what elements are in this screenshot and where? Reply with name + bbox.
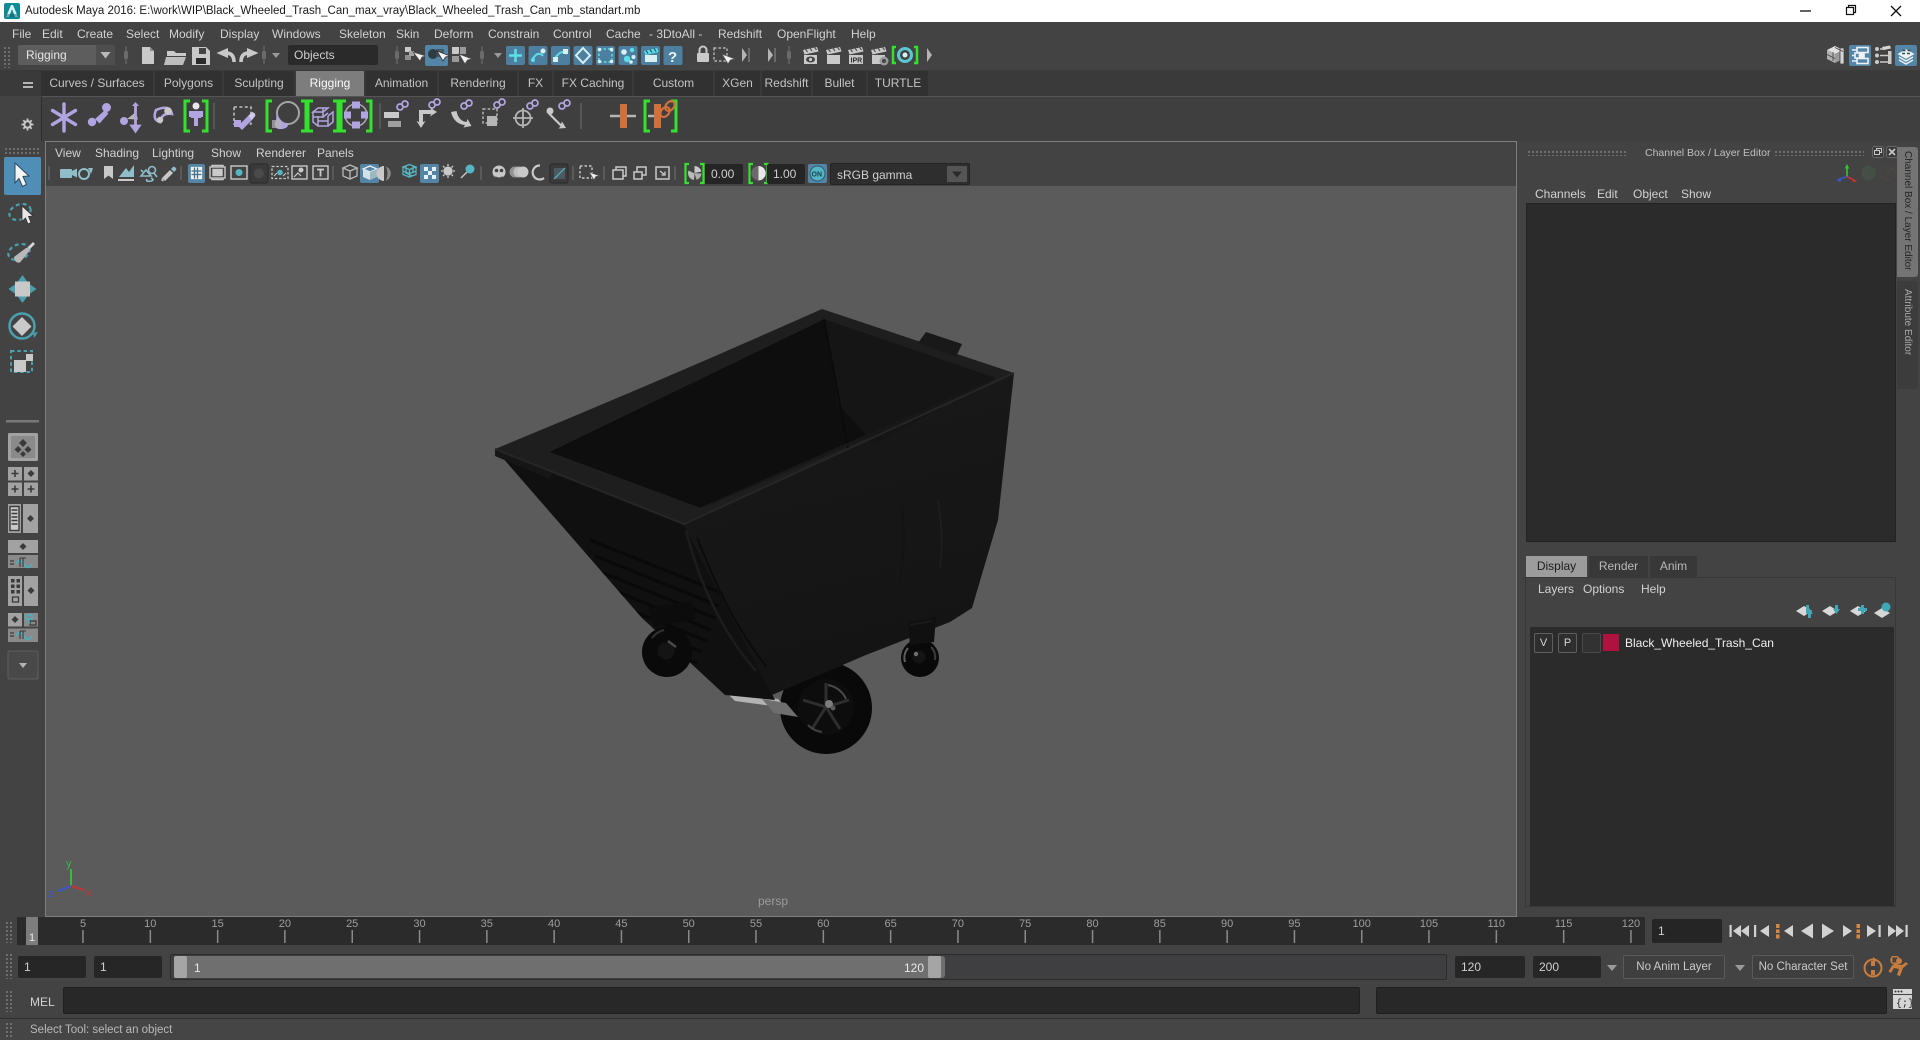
- svg-text:120: 120: [1622, 918, 1640, 930]
- svg-text:1: 1: [29, 932, 35, 944]
- svg-text:70: 70: [952, 918, 964, 930]
- svg-text:y: y: [66, 858, 72, 870]
- svg-text:75: 75: [1019, 918, 1031, 930]
- svg-text:ON: ON: [812, 172, 823, 179]
- svg-text:Rigging: Rigging: [26, 48, 67, 62]
- svg-text:x: x: [86, 887, 92, 899]
- svg-text:115: 115: [1555, 918, 1573, 930]
- svg-text:90: 90: [1221, 918, 1233, 930]
- svg-text:55: 55: [750, 918, 762, 930]
- svg-text:80: 80: [1086, 918, 1098, 930]
- svg-text:IPR: IPR: [851, 58, 863, 65]
- svg-text:20: 20: [279, 918, 291, 930]
- svg-text:z: z: [48, 888, 54, 900]
- svg-text:15: 15: [211, 918, 223, 930]
- svg-text:5: 5: [80, 918, 86, 930]
- svg-text:30: 30: [413, 918, 425, 930]
- svg-text:65: 65: [884, 918, 896, 930]
- svg-text:85: 85: [1154, 918, 1166, 930]
- svg-text:110: 110: [1488, 918, 1506, 930]
- svg-text:60: 60: [817, 918, 829, 930]
- svg-text:100: 100: [1353, 918, 1371, 930]
- svg-text:25: 25: [346, 918, 358, 930]
- svg-text:35: 35: [481, 918, 493, 930]
- svg-text:persp: persp: [758, 894, 788, 908]
- svg-text:45: 45: [615, 918, 627, 930]
- svg-text:40: 40: [548, 918, 560, 930]
- svg-text:95: 95: [1288, 918, 1300, 930]
- svg-text:105: 105: [1420, 918, 1438, 930]
- svg-text:?: ?: [668, 49, 677, 66]
- svg-text:10: 10: [144, 918, 156, 930]
- svg-text:{;}: {;}: [1896, 998, 1912, 1009]
- svg-text:50: 50: [683, 918, 695, 930]
